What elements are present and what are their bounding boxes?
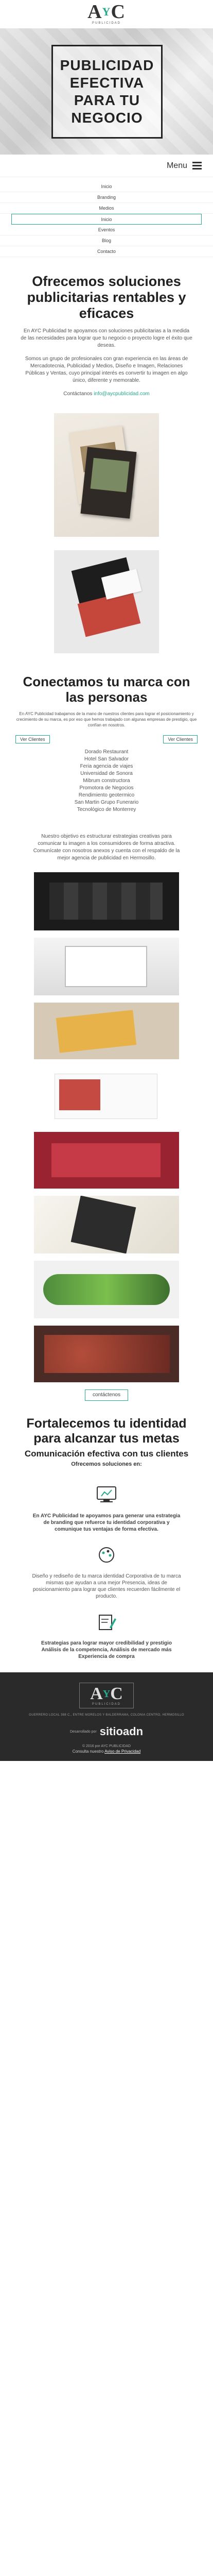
menu-toggle[interactable]: Menu: [0, 155, 213, 177]
service-text: Diseño y rediseño de tu marca identidad …: [32, 1573, 181, 1599]
clients-chip-row: Ver Clientes Ver Clientes: [15, 735, 198, 743]
nav-item-contacto[interactable]: Contacto: [0, 246, 213, 257]
portfolio-thumb[interactable]: [34, 938, 179, 995]
client-item: Hotel San Salvador: [84, 756, 129, 762]
footer-logo[interactable]: AYC PUBLICIDAD: [79, 1683, 134, 1708]
business-cards-image: [54, 550, 159, 653]
portfolio-thumb[interactable]: [34, 1196, 179, 1253]
site-logo[interactable]: AYC PUBLICIDAD: [87, 2, 126, 25]
developer-credit[interactable]: Desarrollado por sitioadn: [0, 1725, 213, 1738]
nav-item-eventos[interactable]: Eventos: [0, 225, 213, 235]
client-item: Rendimiento geotermico: [78, 792, 135, 798]
menu-label: Menu: [166, 161, 187, 170]
client-item: Promotora de Negocios: [79, 785, 134, 791]
portfolio-intro: Nuestro objetivo es estructurar estrateg…: [0, 819, 213, 866]
nav-item-medios[interactable]: Medios: [0, 203, 213, 214]
service-strategy: Estrategias para lograr mayor credibilid…: [0, 1600, 213, 1660]
contact-button[interactable]: contáctenos: [85, 1389, 128, 1401]
solutions-label: Ofrecemos soluciones en:: [71, 1461, 142, 1467]
intro-section: Ofrecemos soluciones publicitarias renta…: [0, 264, 213, 403]
portfolio-intro-text: Nuestro objetivo es estructurar estrateg…: [33, 834, 180, 861]
intro-paragraph-2: Somos un grupo de profesionales con gran…: [25, 356, 188, 383]
portfolio-thumb[interactable]: [34, 1326, 179, 1382]
intro-heading: Ofrecemos soluciones publicitarias renta…: [27, 274, 186, 321]
brands-paragraph: En AYC Publicidad trabajamos de la mano …: [16, 711, 197, 727]
client-item: Mibrum constructora: [83, 778, 130, 784]
page: AYC PUBLICIDAD PUBLICIDAD EFECTIVA PARA …: [0, 0, 213, 1761]
privacy-link[interactable]: Aviso de Privacidad: [104, 1749, 140, 1754]
nav-item-branding[interactable]: Branding: [0, 192, 213, 203]
logo-mark: AYC: [87, 1, 126, 23]
service-design: Diseño y rediseño de tu marca identidad …: [0, 1533, 213, 1600]
footer-address: GUERRERO LOCAL 388 C., ENTRE MORELOS Y B…: [29, 1714, 184, 1717]
nav-list: Inicio Branding Medios Inicio Eventos Bl…: [0, 177, 213, 264]
strategy-icon: [95, 1485, 118, 1504]
hero-title-frame: PUBLICIDAD EFECTIVA PARA TU NEGOCIO: [51, 45, 163, 139]
portfolio-thumb[interactable]: [34, 872, 179, 930]
privacy-line: Consulta nuestro Aviso de Privacidad: [72, 1749, 141, 1754]
portfolio-thumb[interactable]: [34, 1066, 179, 1125]
service-text: Estrategias para lograr mayor credibilid…: [41, 1640, 172, 1659]
nav-item-blog[interactable]: Blog: [0, 235, 213, 246]
client-list: Dorado Restaurant Hotel San Salvador Fer…: [15, 749, 198, 814]
design-icon: [95, 1545, 118, 1565]
hero-title: PUBLICIDAD EFECTIVA PARA TU NEGOCIO: [60, 57, 154, 126]
top-bar: AYC PUBLICIDAD: [0, 0, 213, 28]
client-item: Feria agencia de viajes: [80, 764, 133, 769]
client-item: Tecnológico de Monterrey: [77, 807, 136, 812]
view-clients-button-left[interactable]: Ver Clientes: [15, 735, 50, 743]
client-item: Dorado Restaurant: [84, 749, 129, 755]
email-link[interactable]: info@aycpublicidad.com: [94, 391, 150, 397]
brands-heading: Conectamos tu marca con las personas: [23, 674, 190, 705]
hero-banner: PUBLICIDAD EFECTIVA PARA TU NEGOCIO: [0, 28, 213, 155]
identity-subheading: Comunicación efectiva con tus clientes: [24, 1449, 189, 1459]
identity-heading: Fortalecemos tu identidad para alcanzar …: [26, 1416, 187, 1446]
client-item: San Martin Grupo Funerario: [74, 800, 139, 805]
identity-section: Fortalecemos tu identidad para alcanzar …: [0, 1401, 213, 1472]
portfolio-thumb[interactable]: [34, 1132, 179, 1189]
developer-logo: sitioadn: [99, 1725, 144, 1738]
brands-section: Conectamos tu marca con las personas En …: [0, 653, 213, 819]
client-item: Universidad de Sonora: [80, 771, 133, 776]
view-clients-button-right[interactable]: Ver Clientes: [163, 735, 198, 743]
portfolio-gallery: [0, 866, 213, 1382]
intro-paragraph-1: En AYC Publicidad te apoyamos con soluci…: [21, 328, 192, 348]
nav-item-inicio[interactable]: Inicio: [0, 181, 213, 192]
pencil-icon: [95, 1612, 118, 1632]
copyright: © 2016 por AYC PUBLICIDAD: [82, 1744, 131, 1748]
service-text: En AYC Publicidad te apoyamos para gener…: [32, 1513, 181, 1532]
portfolio-thumb[interactable]: [34, 1261, 179, 1318]
hamburger-icon: [192, 162, 202, 170]
intro-contact-line: Contáctanos info@aycpublicidad.com: [63, 391, 150, 397]
service-branding: En AYC Publicidad te apoyamos para gener…: [0, 1472, 213, 1533]
nav-item-inicio-active[interactable]: Inicio: [11, 214, 202, 225]
footer: AYC PUBLICIDAD GUERRERO LOCAL 388 C., EN…: [0, 1672, 213, 1761]
books-image: [54, 413, 159, 537]
portfolio-thumb[interactable]: [34, 1003, 179, 1059]
